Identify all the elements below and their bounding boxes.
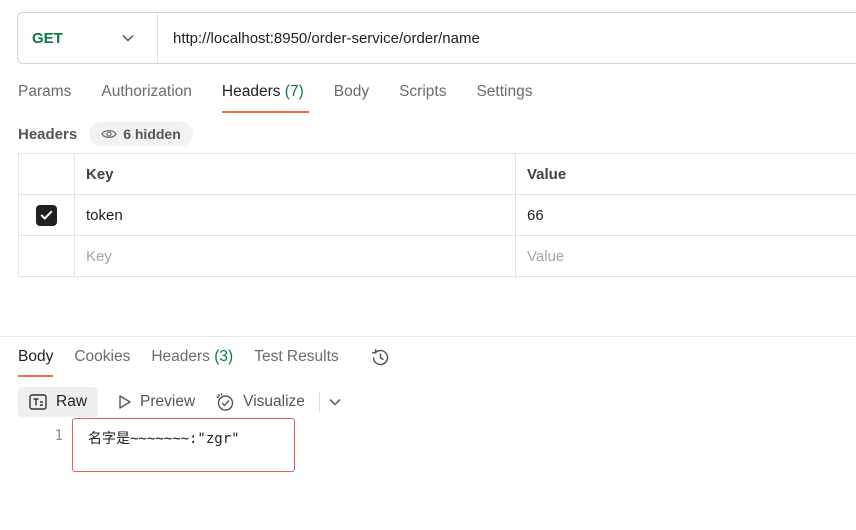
eye-icon <box>101 129 117 139</box>
checkbox-column-header <box>19 154 75 194</box>
response-tab-headers-count: (3) <box>214 348 234 365</box>
response-tab-test-results[interactable]: Test Results <box>254 345 338 377</box>
play-icon <box>119 395 131 409</box>
new-value-input[interactable]: Value <box>516 236 856 276</box>
response-tab-headers-label: Headers <box>151 348 210 365</box>
empty-checkbox-cell <box>19 236 75 276</box>
key-column-header: Key <box>75 154 516 194</box>
row-checkbox-cell <box>19 195 75 235</box>
url-input[interactable]: http://localhost:8950/order-service/orde… <box>158 30 480 47</box>
headers-title: Headers <box>18 125 78 143</box>
raw-label: Raw <box>56 393 88 410</box>
visualize-icon <box>216 393 234 411</box>
preview-label: Preview <box>140 393 196 410</box>
method-label: GET <box>32 29 63 47</box>
chevron-down-icon[interactable] <box>328 395 342 409</box>
response-tab-body[interactable]: Body <box>18 345 54 377</box>
method-select[interactable]: GET <box>18 13 158 63</box>
headers-table: Key Value token 66 Key Value <box>18 153 856 277</box>
hidden-headers-toggle[interactable]: 6 hidden <box>89 122 193 146</box>
response-tab-cookies[interactable]: Cookies <box>74 345 130 377</box>
url-bar: GET http://localhost:8950/order-service/… <box>17 12 856 64</box>
request-tabs: Params Authorization Headers (7) Body Sc… <box>18 80 562 114</box>
tab-scripts[interactable]: Scripts <box>399 80 446 114</box>
row-enabled-checkbox[interactable] <box>36 204 57 226</box>
tab-headers-label: Headers <box>221 83 281 100</box>
highlight-box <box>72 418 295 472</box>
tab-headers-count: (7) <box>284 83 304 100</box>
raw-view-button[interactable]: Raw <box>18 387 99 417</box>
header-value-field[interactable]: 66 <box>516 195 856 235</box>
toolbar-separator <box>318 392 320 412</box>
new-key-input[interactable]: Key <box>75 236 516 276</box>
table-row: Key Value <box>19 236 856 277</box>
header-key-field[interactable]: token <box>75 195 516 235</box>
line-number: 1 <box>54 428 63 444</box>
response-tab-headers[interactable]: Headers (3) <box>151 345 233 377</box>
history-icon[interactable] <box>370 345 392 369</box>
raw-text-icon <box>29 394 47 410</box>
value-column-header: Value <box>527 165 567 183</box>
headers-header: Headers 6 hidden <box>18 122 193 146</box>
tab-headers[interactable]: Headers (7) <box>221 80 309 114</box>
tab-params[interactable]: Params <box>18 80 71 114</box>
visualize-label: Visualize <box>243 393 305 410</box>
response-toolbar: Raw Preview Visualize <box>18 386 342 418</box>
pane-divider[interactable] <box>0 336 856 337</box>
table-header-row: Key Value <box>19 154 856 195</box>
chevron-down-icon <box>121 31 135 45</box>
preview-button[interactable]: Preview <box>118 393 195 411</box>
tab-settings[interactable]: Settings <box>476 80 532 114</box>
checkmark-icon <box>40 210 53 220</box>
hidden-headers-label: 6 hidden <box>123 126 181 142</box>
response-tabs: Body Cookies Headers (3) Test Results <box>18 345 392 377</box>
table-row: token 66 <box>19 195 856 236</box>
tab-body[interactable]: Body <box>334 80 369 114</box>
tab-authorization[interactable]: Authorization <box>101 80 191 114</box>
visualize-button[interactable]: Visualize <box>215 392 305 412</box>
